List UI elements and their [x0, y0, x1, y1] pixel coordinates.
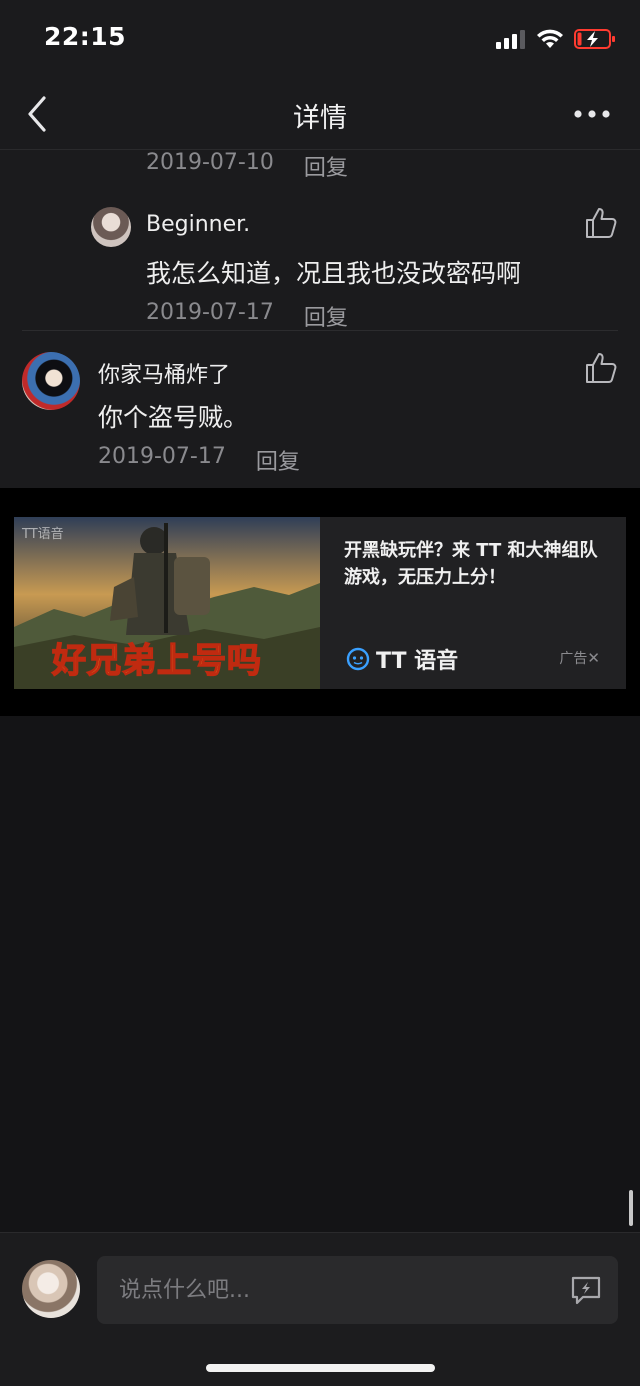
- ad-image[interactable]: TT语音 好兄弟上号吗: [14, 517, 320, 689]
- battery-icon: [574, 29, 615, 49]
- ad-body: 开黑缺玩伴？来 TT 和大神组队游戏，无压力上分！ TT 语音 广告✕: [320, 517, 626, 689]
- status-time: 22:15: [44, 22, 127, 51]
- scrollbar[interactable]: [629, 1190, 633, 1226]
- reply-date: 2019-07-10: [146, 150, 274, 175]
- divider: [22, 330, 618, 331]
- close-icon[interactable]: ✕: [587, 649, 600, 667]
- reply-button[interactable]: 回复: [304, 300, 348, 332]
- status-icons: [496, 28, 616, 50]
- ad-brand[interactable]: TT 语音: [346, 643, 458, 675]
- ad-label[interactable]: 广告✕: [559, 648, 600, 668]
- comment-meta: 2019-07-17 回复: [146, 300, 348, 332]
- ad-section: TT语音 好兄弟上号吗 开黑缺玩伴？来 TT 和大神组队游戏，无压力上分！ TT…: [0, 488, 640, 716]
- ad-description: 开黑缺玩伴？来 TT 和大神组队游戏，无压力上分！: [344, 540, 598, 588]
- page-title: 详情: [293, 103, 347, 134]
- tt-logo-icon: [346, 647, 370, 671]
- comment-bar: [0, 1232, 640, 1386]
- reply-meta: 2019-07-10 回复: [146, 150, 348, 182]
- ad-brand-name: TT 语音: [376, 649, 459, 674]
- emoji-icon[interactable]: [569, 1273, 603, 1307]
- ad-card[interactable]: TT语音 好兄弟上号吗 开黑缺玩伴？来 TT 和大神组队游戏，无压力上分！ TT…: [14, 517, 626, 689]
- reply-button[interactable]: 回复: [256, 444, 300, 476]
- ad-headline: 好兄弟上号吗: [51, 640, 262, 682]
- reply-button[interactable]: 回复: [304, 150, 348, 182]
- comment-list: 2019-07-10 回复 Beginner. 我怎么知道，况且我也没改密码啊 …: [0, 150, 640, 488]
- ad-label-text: 广告: [559, 651, 588, 667]
- like-icon[interactable]: [584, 351, 618, 385]
- comment-text: 你个盗号贼。: [98, 403, 249, 432]
- comment-date: 2019-07-17: [98, 444, 226, 469]
- avatar[interactable]: [22, 352, 80, 410]
- wifi-icon: [537, 29, 563, 48]
- comment-text: 我怎么知道，况且我也没改密码啊: [146, 259, 522, 288]
- like-icon[interactable]: [584, 206, 618, 240]
- comment-author[interactable]: Beginner.: [146, 212, 250, 237]
- comment-author[interactable]: 你家马桶炸了: [98, 357, 230, 389]
- avatar[interactable]: [91, 207, 131, 247]
- ad-watermark: TT语音: [22, 527, 64, 542]
- comment-date: 2019-07-17: [146, 300, 274, 325]
- comment-meta: 2019-07-17 回复: [98, 444, 300, 476]
- comment-input[interactable]: [97, 1256, 618, 1324]
- avatar[interactable]: [22, 1260, 80, 1318]
- home-indicator[interactable]: [206, 1364, 435, 1372]
- more-icon[interactable]: [574, 96, 610, 132]
- nav-bar: 详情: [0, 78, 640, 150]
- signal-icon: [496, 30, 525, 49]
- status-bar: 22:15: [0, 0, 640, 78]
